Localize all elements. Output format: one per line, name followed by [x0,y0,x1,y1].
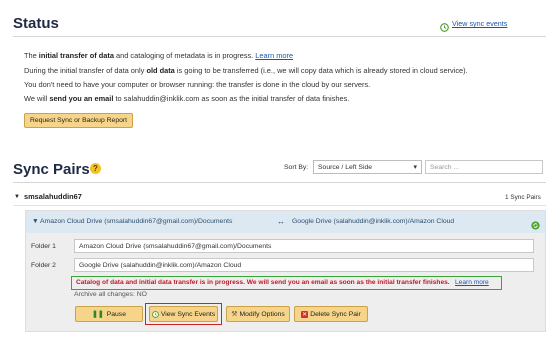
sync-pairs-divider [13,182,546,183]
folder1-field[interactable]: Amazon Cloud Drive (smsalahuddin67@gmail… [74,239,534,253]
status-line-1: The initial transfer of data and catalog… [24,51,294,60]
search-input[interactable]: Search ... [425,160,543,174]
help-icon[interactable]: ? [90,163,101,174]
learn-more-link[interactable]: Learn more [255,51,293,60]
bidirectional-arrow-icon: ↔ [277,217,285,226]
pause-icon: ❚❚ [91,311,104,318]
status-line-3: You don't need to have your computer or … [24,80,371,89]
status-title: Status [13,15,59,32]
pair-caret-icon[interactable]: ▼ [32,218,39,225]
group-toggle[interactable]: ▼ smsalahuddin67 [14,192,82,201]
sync-status-icon [531,217,540,230]
sort-by-label: Sort By: [284,164,309,171]
progress-learn-more-link[interactable]: Learn more [455,279,489,286]
status-line-2: During the initial transfer of data only… [24,66,468,75]
folder2-label: Folder 2 [31,262,56,269]
folder1-label: Folder 1 [31,243,56,250]
wrench-icon: ⚒ [231,311,238,318]
view-sync-events-button[interactable]: View Sync Events [149,306,218,322]
view-sync-events-link[interactable]: View sync events [440,19,507,32]
pause-button[interactable]: ❚❚ Pause [75,306,143,322]
clock-icon [151,310,159,318]
sync-pairs-title: Sync Pairs [13,161,90,178]
group-name: smsalahuddin67 [23,192,82,201]
view-sync-events-text[interactable]: View sync events [452,19,507,28]
archive-text: Archive all changes: NO [74,291,147,298]
delete-sync-pair-button[interactable]: ✕ Delete Sync Pair [294,306,368,322]
caret-down-icon: ▼ [14,193,20,200]
pair-left-header: Amazon Cloud Drive (smsalahuddin67@gmail… [40,218,233,225]
status-line-4: We will send you an email to salahuddin@… [24,94,350,103]
status-divider [13,36,546,37]
sort-select[interactable]: Source / Left Side ▾ [313,160,422,174]
folder2-field[interactable]: Google Drive (salahuddin@inklik.com)/Ama… [74,258,534,272]
pair-right-header: Google Drive (salahuddin@inklik.com)/Ama… [292,218,455,225]
delete-icon: ✕ [301,310,309,318]
request-report-button[interactable]: Request Sync or Backup Report [24,113,133,128]
chevron-down-icon: ▾ [413,164,417,171]
group-divider [13,205,546,206]
clock-icon [440,19,449,32]
modify-options-button[interactable]: ⚒ Modify Options [226,306,290,322]
progress-message: Catalog of data and initial data transfe… [76,279,450,286]
group-count: 1 Sync Pairs [505,194,541,201]
